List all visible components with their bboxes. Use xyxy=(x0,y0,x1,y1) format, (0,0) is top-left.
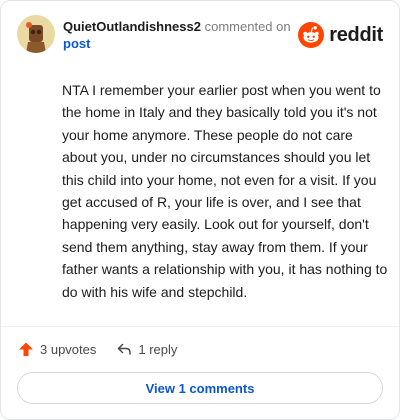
view-comments-button[interactable]: View 1 comments xyxy=(17,372,383,404)
reddit-wordmark: reddit xyxy=(329,23,383,46)
commented-on-text: commented on xyxy=(204,19,291,34)
reddit-logo[interactable]: reddit xyxy=(298,22,383,48)
comment-body: NTA I remember your earlier post when yo… xyxy=(62,82,388,300)
post-link[interactable]: post xyxy=(63,35,291,52)
comment-card: QuietOutlandishness2 commented on post r… xyxy=(0,0,400,420)
reply-count: 1 reply xyxy=(138,341,178,357)
divider xyxy=(1,326,399,327)
username[interactable]: QuietOutlandishness2 xyxy=(63,19,201,34)
user-avatar[interactable] xyxy=(17,15,55,53)
comment-actions: 3 upvotes 1 reply xyxy=(18,338,177,360)
upvote-arrow-icon xyxy=(19,342,33,356)
reply-arrow-icon xyxy=(118,343,132,355)
comment-meta: QuietOutlandishness2 commented on post xyxy=(63,18,291,52)
upvote-button[interactable]: 3 upvotes xyxy=(18,341,96,357)
comment-header: QuietOutlandishness2 commented on post r… xyxy=(17,15,383,55)
reddit-snoo-icon xyxy=(298,22,325,48)
upvote-count: 3 upvotes xyxy=(40,341,97,357)
avatar-image xyxy=(17,15,55,53)
reply-button[interactable]: 1 reply xyxy=(116,341,177,357)
